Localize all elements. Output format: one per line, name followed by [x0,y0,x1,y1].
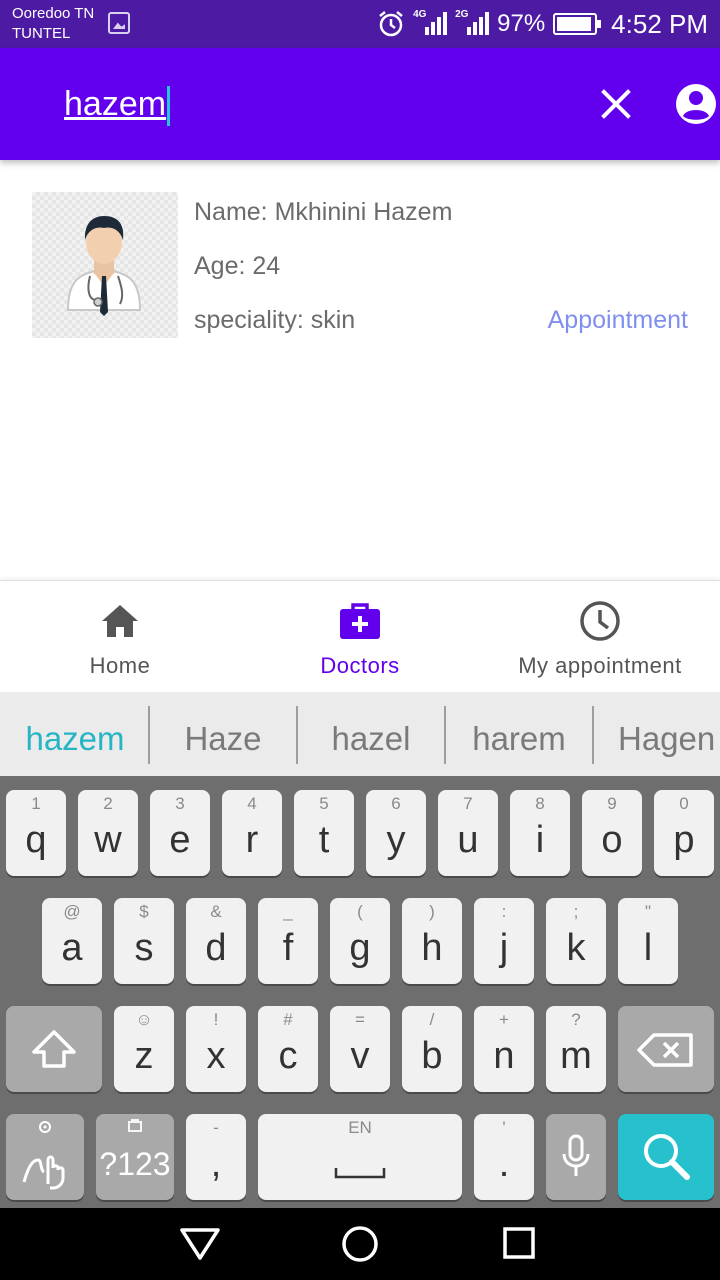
search-key[interactable] [618,1114,714,1200]
system-navigation-bar [0,1208,720,1280]
app-toolbar: hazem [0,48,720,160]
key-r[interactable]: 4r [222,790,282,876]
keyboard-suggestions: hazem Haze hazel harem Hagen [0,692,720,776]
suggestion-item[interactable]: hazem [0,692,150,776]
key-d[interactable]: & d [186,898,246,984]
key-c[interactable]: # c [258,1006,318,1092]
key-k[interactable]: ; k [546,898,606,984]
home-button-icon[interactable] [340,1226,380,1266]
key-l[interactable]: " l [618,898,678,984]
nav-item-doctors[interactable]: Doctors [240,581,480,693]
nav-item-home[interactable]: Home [0,581,240,693]
suggestion-item[interactable]: hazel [298,692,444,776]
carrier-info: Ooredoo TN TUNTEL [12,4,94,44]
key-e[interactable]: 3e [150,790,210,876]
space-bar-icon [334,1168,386,1179]
suggestion-item[interactable]: harem [446,692,592,776]
alarm-icon [379,11,403,37]
signal-2g-icon: 2G [455,9,490,37]
nav-label-my-appointment: My appointment [518,653,682,678]
period-key[interactable]: '. [474,1114,534,1200]
clock-icon [580,601,620,641]
symbols-key[interactable]: ?123 [96,1114,174,1200]
key-v[interactable]: = v [330,1006,390,1092]
key-z[interactable]: ☺ z [114,1006,174,1092]
space-key[interactable]: EN [258,1114,462,1200]
clipboard-icon [128,1119,142,1132]
recent-apps-icon[interactable] [502,1226,538,1262]
key-h[interactable]: ) h [402,898,462,984]
battery-icon [553,13,602,35]
doctor-age: Age: 24 [194,252,281,280]
key-j[interactable]: :j [474,898,534,984]
status-bar: Ooredoo TN TUNTEL 4G 2G 97% 4:52 PM [0,0,720,48]
gesture-key[interactable] [6,1114,84,1200]
settings-gear-icon [39,1121,51,1133]
key-a[interactable]: @ a [42,898,102,984]
key-q[interactable]: 1q [6,790,66,876]
key-f[interactable]: _ f [258,898,318,984]
search-icon [644,1134,690,1180]
key-y[interactable]: 6y [366,790,426,876]
close-icon[interactable] [596,84,636,124]
key-x[interactable]: ! x [186,1006,246,1092]
shift-icon [32,1030,76,1068]
shift-key[interactable] [6,1006,102,1092]
voice-input-key[interactable] [546,1114,606,1200]
status-indicators: 4G 2G 97% 4:52 PM [377,8,708,40]
doctor-icon [66,216,142,316]
key-t[interactable]: 5t [294,790,354,876]
bottom-navigation: Home Doctors My appointment [0,580,720,692]
nav-label-doctors: Doctors [320,653,400,678]
suggestion-item[interactable]: Haze [150,692,296,776]
battery-percent: 97% [497,10,546,37]
doctor-avatar [32,192,178,338]
microphone-icon [562,1134,590,1176]
key-m[interactable]: ? m [546,1006,606,1092]
comma-key[interactable]: -, [186,1114,246,1200]
appointment-button[interactable]: Appointment [548,306,688,335]
doctor-name: Name: Mkhinini Hazem [194,198,453,226]
key-w[interactable]: 2w [78,790,138,876]
clock-time: 4:52 PM [611,8,708,39]
carrier-sub-name: TUNTEL [12,25,71,42]
key-g[interactable]: (g [330,898,390,984]
key-i[interactable]: 8i [510,790,570,876]
nav-item-my-appointment[interactable]: My appointment [480,581,720,693]
doctor-speciality: speciality: skin [194,306,356,334]
back-icon[interactable] [178,1226,222,1262]
search-input-value: hazem [64,85,167,123]
account-circle-icon[interactable] [674,82,718,126]
suggestion-item[interactable]: Hagen [594,692,720,776]
language-label: EN [348,1118,372,1137]
nav-label-home: Home [89,653,151,678]
key-b[interactable]: / b [402,1006,462,1092]
key-o[interactable]: 9o [582,790,642,876]
search-input[interactable]: hazem [64,78,564,130]
soft-keyboard: 1q 2w 3e 4r 5t 6y 7u 8i 9o 0p @ a $ s & d _… [0,776,720,1208]
carrier-name: Ooredoo TN [12,5,95,22]
backspace-key[interactable] [618,1006,714,1092]
backspace-icon [637,1033,693,1067]
doctor-card[interactable]: Name: Mkhinini Hazem Age: 24 speciality:… [32,190,692,340]
swipe-hand-icon [22,1155,65,1190]
home-icon [102,605,138,637]
signal-4g-icon: 4G [413,9,448,37]
text-cursor [167,86,171,127]
medical-bag-icon [340,603,380,639]
key-u[interactable]: 7u [438,790,498,876]
key-n[interactable]: + n [474,1006,534,1092]
key-s[interactable]: $ s [114,898,174,984]
image-notification-icon [108,12,130,34]
key-p[interactable]: 0p [654,790,714,876]
